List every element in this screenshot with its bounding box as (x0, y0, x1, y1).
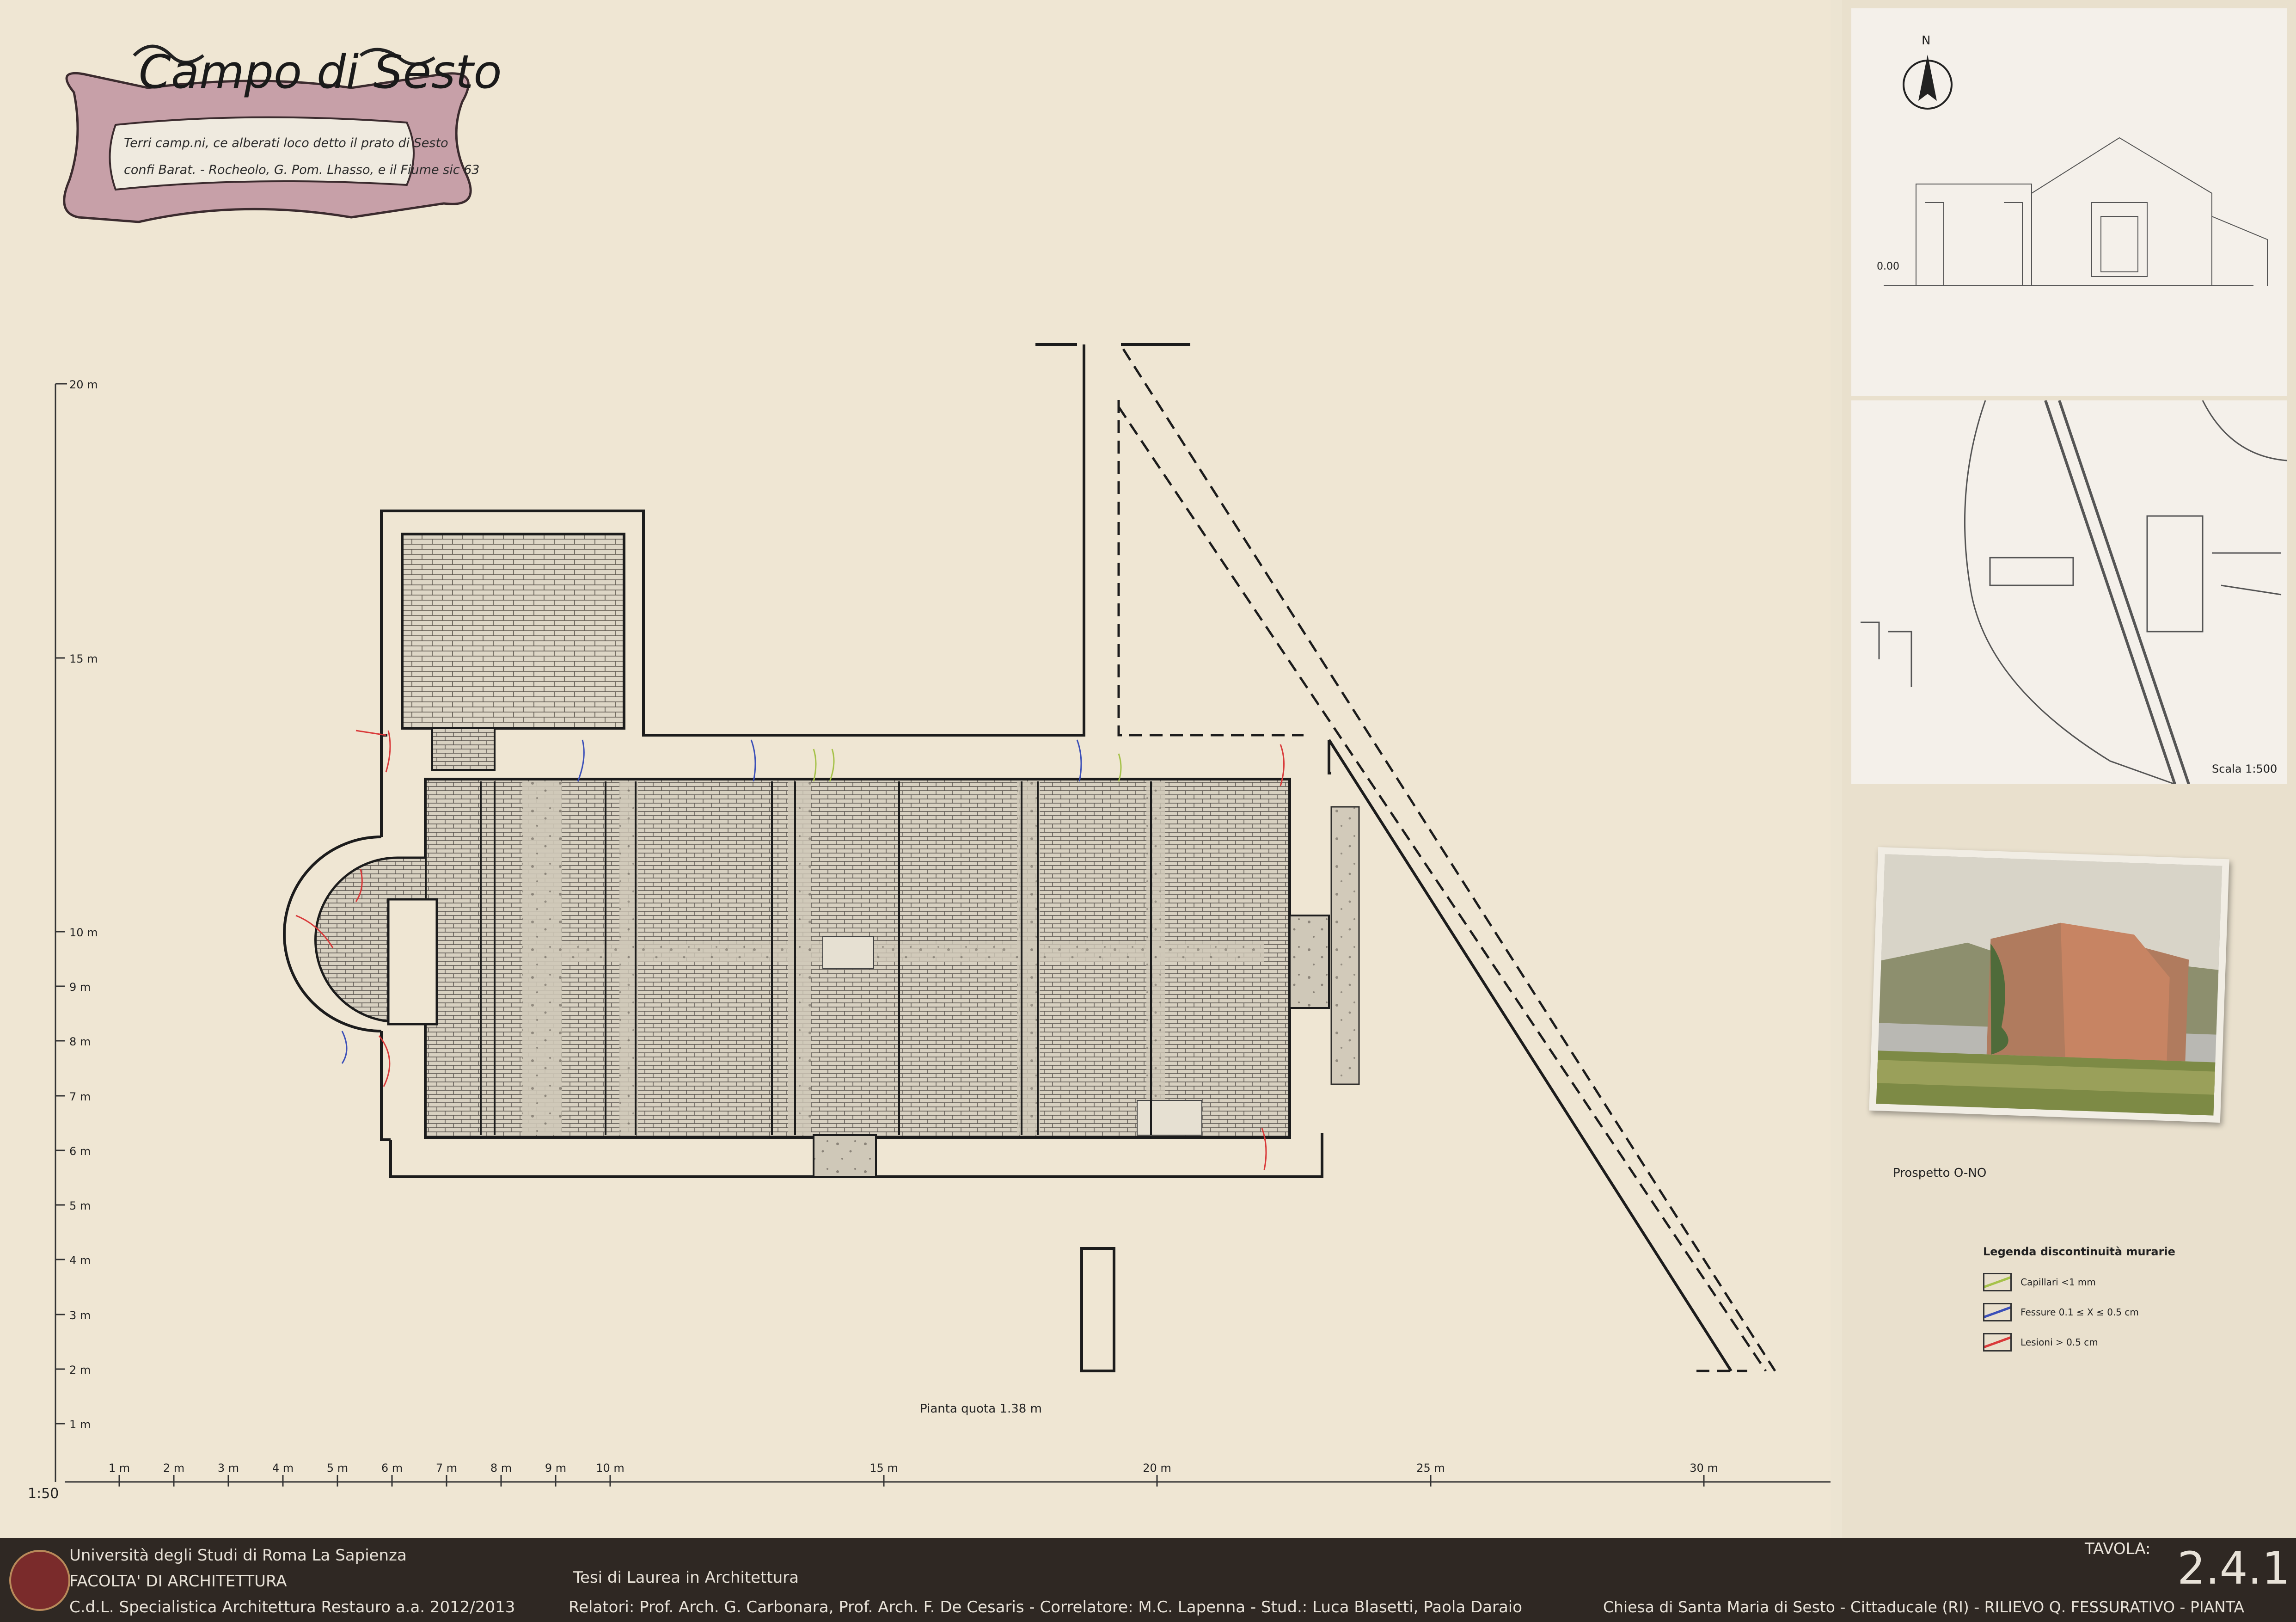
photo-frame (1869, 847, 2229, 1123)
legend-label: Capillari <1 mm (2020, 1277, 2096, 1288)
course-name: C.d.L. Specialistica Architettura Restau… (69, 1598, 515, 1616)
h-tick-8: 8 m (490, 1462, 512, 1475)
drawing-sheet: Campo di Sesto Terri camp.ni, ce alberat… (0, 0, 1831, 1538)
v-tick-6: 6 m (69, 1145, 91, 1158)
cartouche: Campo di Sesto Terri camp.ni, ce alberat… (63, 44, 502, 223)
faculty-name: FACOLTA' DI ARCHITETTURA (69, 1572, 287, 1591)
title-block: Università degli Studi di Roma La Sapien… (0, 1538, 2296, 1622)
v-tick-9: 9 m (69, 981, 91, 994)
elevation-panel: N 0.00 (1851, 8, 2287, 396)
v-tick-2: 2 m (69, 1364, 91, 1376)
v-tick-8: 8 m (69, 1035, 91, 1048)
university-name: Università degli Studi di Roma La Sapien… (69, 1546, 407, 1565)
v-tick-10: 10 m (69, 926, 98, 939)
v-tick-7: 7 m (69, 1090, 91, 1103)
scale-ratio: 1:50 (28, 1486, 59, 1502)
h-tick-6: 6 m (381, 1462, 403, 1475)
capillary-swatch-icon (1983, 1273, 2012, 1291)
v-tick-3: 3 m (69, 1309, 91, 1322)
h-tick-3: 3 m (218, 1462, 239, 1475)
v-tick-4: 4 m (69, 1254, 91, 1267)
north-label: N (1922, 34, 1930, 48)
elevation-level: 0.00 (1877, 261, 1899, 272)
church-photo (1876, 854, 2223, 1116)
h-tick-15: 15 m (869, 1462, 898, 1475)
legend-item: Fessure 0.1 ≤ X ≤ 0.5 cm (1983, 1303, 2139, 1321)
h-tick-4: 4 m (272, 1462, 294, 1475)
site-scale: Scala 1:500 (2212, 762, 2277, 775)
h-tick-30: 30 m (1690, 1462, 1718, 1475)
photo-caption: Prospetto O-NO (1893, 1166, 1987, 1180)
legend-item: Capillari <1 mm (1983, 1273, 2096, 1291)
church-nave (314, 778, 1360, 1178)
legend-item: Lesioni > 0.5 cm (1983, 1333, 2098, 1352)
cartouche-subtitle-2: confi Barat. - Rocheolo, G. Pom. Lhasso,… (124, 163, 480, 177)
bell-tower (401, 533, 625, 771)
site-plan-panel: Scala 1:500 (1851, 400, 2287, 785)
plan-caption: Pianta quota 1.38 m (920, 1402, 1042, 1416)
drawing-subject: Chiesa di Santa Maria di Sesto - Cittadu… (1603, 1598, 2245, 1616)
tavola-number: 2.4.1 (2177, 1542, 2290, 1594)
credits: Relatori: Prof. Arch. G. Carbonara, Prof… (569, 1598, 1523, 1616)
university-seal-icon (9, 1550, 70, 1611)
legend-label: Fessure 0.1 ≤ X ≤ 0.5 cm (2020, 1307, 2139, 1318)
cartouche-title: Campo di Sesto (139, 45, 502, 99)
crack-legend: Legenda discontinuità murarie Capillari … (1983, 1245, 2175, 1352)
h-tick-5: 5 m (327, 1462, 348, 1475)
legend-label: Lesioni > 0.5 cm (2020, 1337, 2098, 1348)
h-tick-9: 9 m (545, 1462, 566, 1475)
thesis-label: Tesi di Laurea in Architettura (573, 1568, 799, 1587)
h-tick-7: 7 m (436, 1462, 457, 1475)
lesion-swatch-icon (1983, 1333, 2012, 1352)
cartouche-subtitle-1: Terri camp.ni, ce alberati loco detto il… (124, 136, 448, 150)
site-plan-drawing: Scala 1:500 (1861, 400, 2287, 785)
vertical-scale (55, 383, 67, 1482)
h-tick-10: 10 m (596, 1462, 625, 1475)
v-tick-5: 5 m (69, 1199, 91, 1212)
h-tick-2: 2 m (163, 1462, 184, 1475)
v-tick-20: 20 m (69, 378, 98, 391)
h-tick-1: 1 m (109, 1462, 130, 1475)
plan-drawing: Campo di Sesto Terri camp.ni, ce alberat… (28, 44, 1831, 1502)
h-tick-20: 20 m (1143, 1462, 1171, 1475)
horizontal-scale (65, 1475, 1831, 1487)
v-tick-15: 15 m (69, 652, 98, 665)
h-tick-25: 25 m (1416, 1462, 1445, 1475)
v-tick-1: 1 m (69, 1418, 91, 1431)
elevation-drawing: N 0.00 (1877, 34, 2268, 286)
fissure-swatch-icon (1983, 1303, 2012, 1321)
tavola-label: TAVOLA: (2085, 1540, 2151, 1558)
north-arrow-icon (1903, 55, 1953, 110)
legend-title: Legenda discontinuità murarie (1983, 1245, 2175, 1258)
sidebar: N 0.00 Scala 1:500 Prospetto O-NO Legend… (1842, 0, 2296, 1538)
